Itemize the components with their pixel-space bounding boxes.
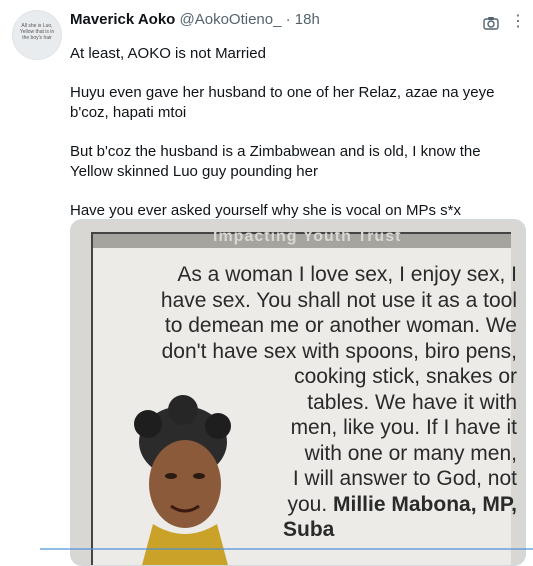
tweet-media-image[interactable]: Impacting Youth Trust As a woman I love …	[70, 219, 526, 566]
quote-line: I will answer to God, not	[292, 467, 517, 490]
quote-party: Suba	[283, 518, 335, 541]
quote-attribution-line: you. Millie Mabona, MP,	[107, 492, 517, 518]
quote-party-line: Suba	[107, 517, 517, 543]
divider	[40, 548, 533, 550]
quote-line: tables. We have it with	[307, 390, 517, 414]
quote-attribution-prefix: you.	[287, 492, 328, 516]
quote-line: As a woman I love sex, I enjoy sex, I	[177, 263, 517, 286]
newspaper-clipping: Impacting Youth Trust As a woman I love …	[91, 228, 517, 565]
tweet-paragraph: At least, AOKO is not Married	[70, 45, 266, 62]
quote-attribution: Millie Mabona, MP,	[333, 492, 517, 516]
header-strip-text: Impacting Youth Trust	[213, 228, 402, 245]
quote-line: cooking stick, snakes or	[294, 365, 517, 388]
separator: ·	[285, 11, 291, 28]
timestamp[interactable]: 18h	[295, 11, 320, 28]
avatar-caption: All she is Luo, Yellow that is in the bo…	[19, 23, 55, 41]
quote-line: to demean me or another woman. We	[164, 314, 517, 337]
tweet-paragraph: But b'coz the husband is a Zimbabwean an…	[70, 143, 481, 180]
camera-icon[interactable]	[483, 16, 499, 30]
quote-line: men, like you. If I have it	[290, 416, 517, 439]
tweet-paragraph: Huyu even gave her husband to one of her…	[70, 84, 495, 121]
header-strip: Impacting Youth Trust	[93, 228, 511, 248]
user-handle[interactable]: @AokoOtieno_	[180, 11, 282, 28]
quote-text: As a woman I love sex, I enjoy sex, I ha…	[107, 262, 517, 543]
display-name[interactable]: Maverick Aoko	[70, 11, 175, 28]
quote-line: with one or many men,	[304, 441, 517, 465]
avatar[interactable]: All she is Luo, Yellow that is in the bo…	[12, 10, 62, 60]
more-options-icon[interactable]: ⋮	[510, 12, 526, 32]
tweet-header: Maverick Aoko @AokoOtieno_ · 18h	[70, 10, 320, 30]
quote-line: don't have sex with spoons, biro pens,	[161, 339, 517, 363]
quote-line: have sex. You shall not use it as a tool	[160, 288, 517, 312]
